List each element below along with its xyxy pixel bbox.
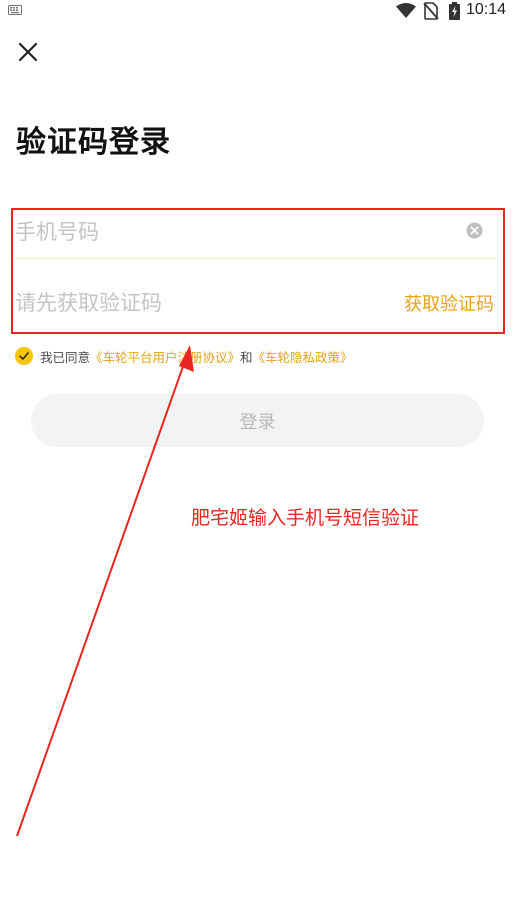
keyboard-icon <box>8 5 22 15</box>
close-icon <box>18 42 38 62</box>
agreement-prefix: 我已同意 <box>40 349 91 365</box>
field-divider <box>15 258 499 259</box>
checkmark-icon <box>19 352 29 360</box>
clear-input-icon[interactable] <box>466 222 483 239</box>
code-field: 获取验证码 <box>15 278 499 328</box>
phone-field <box>15 207 499 257</box>
close-button[interactable] <box>14 38 42 66</box>
phone-input[interactable] <box>15 207 395 257</box>
battery-charging-icon <box>449 2 460 20</box>
get-code-button[interactable]: 获取验证码 <box>404 290 494 316</box>
login-button[interactable]: 登录 <box>31 394 484 447</box>
status-bar: 10:14 <box>0 0 513 22</box>
agreement-conjunction: 和 <box>240 349 253 365</box>
agree-checkbox[interactable] <box>15 347 33 365</box>
no-sim-icon <box>423 2 439 20</box>
status-time: 10:14 <box>466 1 507 18</box>
agreement-row: 我已同意 《车轮平台用户注册协议》 和 《车轮隐私政策》 <box>15 345 353 367</box>
code-input[interactable] <box>15 278 395 328</box>
annotation-text: 肥宅姬输入手机号短信验证 <box>191 507 420 529</box>
page-title: 验证码登录 <box>16 125 171 160</box>
wifi-icon <box>396 3 416 18</box>
user-agreement-link[interactable]: 《车轮平台用户注册协议》 <box>90 347 240 366</box>
privacy-policy-link[interactable]: 《车轮隐私政策》 <box>253 347 353 366</box>
